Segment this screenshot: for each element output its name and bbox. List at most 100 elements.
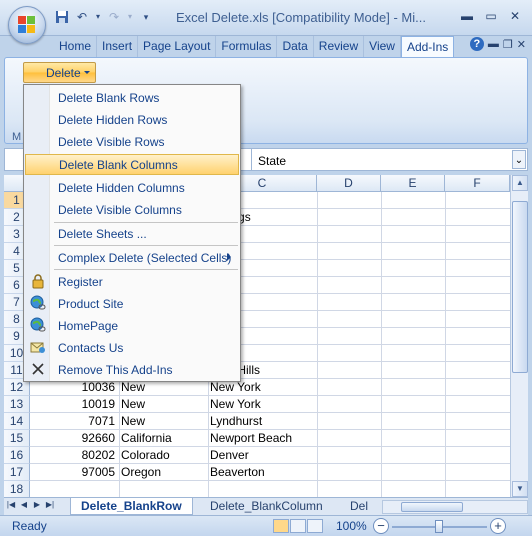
row-header[interactable]: 17 — [4, 464, 30, 481]
undo-icon[interactable]: ↶ — [74, 9, 90, 25]
zoom-out-icon[interactable]: − — [373, 518, 389, 534]
menu-item-delete-blank-columns[interactable]: Delete Blank Columns — [25, 154, 239, 175]
tab-home[interactable]: Home — [54, 36, 98, 57]
menu-item-label: HomePage — [58, 319, 119, 333]
sheet-tab-bar: |◀ ◀ ▶ ▶| Delete_BlankRow Delete_BlankCo… — [4, 497, 528, 515]
sheet-tab-delete-blankcolumn[interactable]: Delete_BlankColumn — [200, 498, 333, 515]
cell-a[interactable]: 80202 — [30, 447, 117, 464]
cell-a[interactable]: 10019 — [30, 396, 117, 413]
cell-b[interactable]: Colorado — [121, 447, 207, 464]
menu-item-register[interactable]: Register — [25, 271, 239, 292]
minimize-icon[interactable]: ▬ — [456, 8, 478, 24]
workbook-close-icon[interactable]: ✕ — [517, 38, 526, 51]
sheet-tab-del[interactable]: Del — [340, 498, 378, 515]
tab-page-layout[interactable]: Page Layout — [138, 36, 217, 57]
cell-c[interactable] — [210, 481, 316, 497]
delete-menu-button[interactable]: Delete — [23, 62, 96, 83]
menu-item-delete-blank-rows[interactable]: Delete Blank Rows — [25, 87, 239, 108]
status-text: Ready — [12, 519, 47, 533]
column-header-f[interactable]: F — [445, 175, 510, 192]
scroll-thumb[interactable] — [512, 201, 528, 373]
menu-item-contacts-us[interactable]: Contacts Us — [25, 337, 239, 358]
page-break-view-icon[interactable] — [307, 519, 323, 533]
row-header[interactable]: 15 — [4, 430, 30, 447]
zoom-slider-thumb[interactable] — [435, 520, 443, 533]
menu-item-label: Contacts Us — [58, 341, 124, 355]
tab-formulas[interactable]: Formulas — [216, 36, 278, 57]
vertical-scrollbar[interactable]: ▲ ▼ — [510, 175, 528, 497]
delete-dropdown-menu: Delete Blank Rows Delete Hidden Rows Del… — [23, 84, 241, 382]
row-header[interactable]: 18 — [4, 481, 30, 497]
scroll-up-icon[interactable]: ▲ — [512, 175, 528, 191]
cell-b[interactable] — [121, 481, 207, 497]
undo-dropdown-icon[interactable]: ▾ — [94, 9, 102, 25]
cell-a[interactable]: 7071 — [30, 413, 117, 430]
menu-item-delete-hidden-columns[interactable]: Delete Hidden Columns — [25, 177, 239, 198]
menu-item-delete-visible-columns[interactable]: Delete Visible Columns — [25, 199, 239, 220]
expand-formula-bar-button[interactable]: ⌄ — [512, 150, 526, 169]
formula-bar-divider — [251, 149, 252, 170]
menu-item-delete-sheets[interactable]: Delete Sheets ... — [25, 223, 239, 244]
row-header[interactable]: 13 — [4, 396, 30, 413]
save-icon[interactable] — [54, 9, 70, 25]
cell-b[interactable]: New — [121, 413, 207, 430]
workbook-minimize-icon[interactable]: ▬ — [488, 38, 499, 50]
menu-item-product-site[interactable]: Product Site — [25, 293, 239, 314]
prev-sheet-icon[interactable]: ◀ — [19, 500, 29, 509]
customize-icon[interactable]: ▾ — [138, 9, 154, 25]
tab-data[interactable]: Data — [277, 36, 314, 57]
cell-a[interactable]: 97005 — [30, 464, 117, 481]
table-row — [30, 481, 510, 497]
scroll-down-icon[interactable]: ▼ — [512, 481, 528, 497]
formula-input[interactable]: State — [258, 154, 286, 168]
tab-insert[interactable]: Insert — [97, 36, 139, 57]
menu-item-label: Remove This Add-Ins — [58, 363, 173, 377]
row-header[interactable]: 14 — [4, 413, 30, 430]
last-sheet-icon[interactable]: ▶| — [45, 500, 55, 509]
cell-a[interactable] — [30, 481, 117, 497]
maximize-icon[interactable]: ▭ — [480, 8, 502, 24]
cell-c[interactable]: Beaverton — [210, 464, 316, 481]
cell-b[interactable]: New — [121, 396, 207, 413]
cell-b[interactable]: California — [121, 430, 207, 447]
cell-c[interactable]: Denver — [210, 447, 316, 464]
chevron-right-icon — [227, 253, 231, 261]
office-logo-icon — [18, 16, 36, 34]
office-button[interactable] — [8, 6, 46, 44]
menu-item-delete-hidden-rows[interactable]: Delete Hidden Rows — [25, 109, 239, 130]
menu-item-delete-visible-rows[interactable]: Delete Visible Rows — [25, 131, 239, 152]
sheet-tab-delete-blankrow[interactable]: Delete_BlankRow — [70, 498, 193, 515]
horizontal-scroll-thumb[interactable] — [401, 502, 463, 512]
chevron-down-icon — [84, 71, 90, 74]
cell-c[interactable]: Newport Beach — [210, 430, 316, 447]
column-header-d[interactable]: D — [317, 175, 381, 192]
page-layout-view-icon[interactable] — [290, 519, 306, 533]
tab-review[interactable]: Review — [314, 36, 365, 57]
first-sheet-icon[interactable]: |◀ — [6, 500, 16, 509]
redo-dropdown-icon[interactable]: ▾ — [126, 9, 134, 25]
cell-b[interactable]: Oregon — [121, 464, 207, 481]
cell-c[interactable]: New York — [210, 396, 316, 413]
zoom-level[interactable]: 100% — [336, 519, 367, 533]
horizontal-scrollbar[interactable] — [382, 500, 528, 514]
ribbon-window-controls: ? ▬ ❐ ✕ — [469, 37, 526, 51]
row-header[interactable]: 16 — [4, 447, 30, 464]
tab-view[interactable]: View — [364, 36, 401, 57]
redo-icon[interactable]: ↷ — [106, 9, 122, 25]
tab-add-ins[interactable]: Add-Ins — [400, 36, 455, 57]
close-icon[interactable]: ✕ — [504, 8, 526, 24]
normal-view-icon[interactable] — [273, 519, 289, 533]
ribbon-group-label: M — [12, 131, 22, 143]
zoom-in-icon[interactable]: + — [490, 518, 506, 534]
help-icon[interactable]: ? — [469, 37, 484, 51]
workbook-restore-icon[interactable]: ❐ — [503, 38, 513, 51]
next-sheet-icon[interactable]: ▶ — [32, 500, 42, 509]
menu-item-remove-add-ins[interactable]: Remove This Add-Ins — [25, 359, 239, 380]
menu-item-homepage[interactable]: HomePage — [25, 315, 239, 336]
cell-a[interactable]: 92660 — [30, 430, 117, 447]
menu-item-complex-delete[interactable]: Complex Delete (Selected Cells) — [25, 247, 239, 268]
column-header-e[interactable]: E — [381, 175, 445, 192]
close-icon — [30, 361, 46, 377]
menu-separator — [54, 245, 238, 246]
cell-c[interactable]: Lyndhurst — [210, 413, 316, 430]
